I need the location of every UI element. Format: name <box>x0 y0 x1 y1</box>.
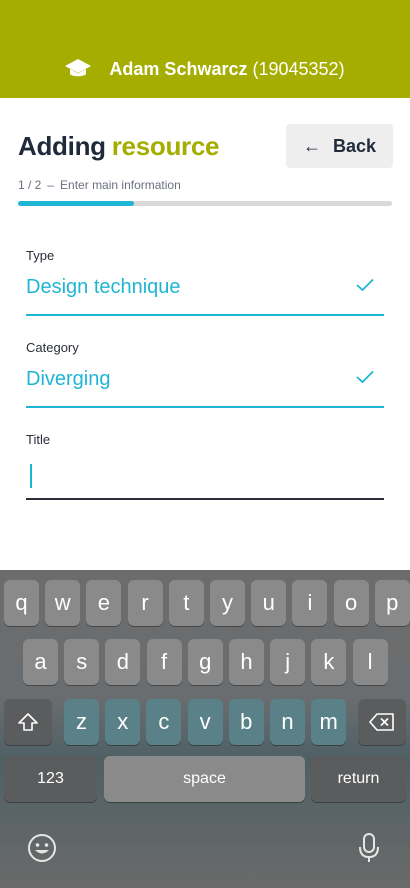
key-d[interactable]: d <box>105 639 141 685</box>
progress-bar <box>18 201 392 206</box>
text-caret <box>30 464 32 488</box>
numbers-key[interactable]: 123 <box>4 756 97 802</box>
back-button-label: Back <box>332 135 377 156</box>
type-underline <box>26 314 384 316</box>
key-f[interactable]: f <box>146 639 182 685</box>
step-text: Enter main information <box>60 178 181 192</box>
return-key[interactable]: return <box>311 756 406 802</box>
key-g[interactable]: g <box>187 639 223 685</box>
space-key[interactable]: space <box>104 756 305 802</box>
category-field[interactable]: Category Diverging <box>26 340 384 408</box>
microphone-icon[interactable] <box>358 832 380 864</box>
back-button[interactable]: ← Back <box>286 124 393 168</box>
arrow-left-icon: ← <box>302 135 321 156</box>
key-w[interactable]: w <box>45 580 81 626</box>
key-m[interactable]: m <box>311 699 347 745</box>
key-v[interactable]: v <box>187 699 223 745</box>
key-b[interactable]: b <box>228 699 264 745</box>
key-s[interactable]: s <box>64 639 100 685</box>
title-label: Title <box>26 432 51 447</box>
key-c[interactable]: c <box>146 699 182 745</box>
title-field[interactable]: Title <box>26 432 384 500</box>
page-title-part2: resource <box>111 131 220 161</box>
key-l[interactable]: l <box>352 639 388 685</box>
key-n[interactable]: n <box>270 699 305 745</box>
shift-icon <box>18 713 38 731</box>
key-y[interactable]: y <box>210 580 245 626</box>
key-r[interactable]: r <box>127 580 163 626</box>
key-o[interactable]: o <box>333 580 369 626</box>
backspace-key[interactable] <box>358 699 406 745</box>
category-label: Category <box>26 340 79 355</box>
progress-fill <box>18 201 134 206</box>
key-u[interactable]: u <box>251 580 287 626</box>
key-j[interactable]: j <box>270 639 306 685</box>
user-name: Adam Schwarcz <box>109 58 248 79</box>
backspace-icon <box>369 713 394 731</box>
key-z[interactable]: z <box>64 699 99 745</box>
type-label: Type <box>26 248 55 263</box>
page-title-part1: Adding <box>18 131 106 161</box>
check-icon <box>356 278 374 292</box>
top-bar: Adam Schwarcz (19045352) <box>0 0 410 98</box>
page-title: Adding resource <box>18 131 219 162</box>
key-t[interactable]: t <box>168 580 204 626</box>
emoji-icon[interactable] <box>26 832 58 864</box>
step-number: 1 / 2 <box>18 178 42 192</box>
key-k[interactable]: k <box>311 639 347 685</box>
shift-key[interactable] <box>4 699 52 745</box>
key-a[interactable]: a <box>23 639 58 685</box>
type-field[interactable]: Type Design technique <box>26 248 384 316</box>
key-i[interactable]: i <box>292 580 328 626</box>
key-h[interactable]: h <box>229 639 264 685</box>
step-indicator: 1 / 2– Enter main information <box>18 178 181 192</box>
key-x[interactable]: x <box>105 699 141 745</box>
keyboard: qwertyuiop asdfghjkl zxcvbnm 123 space r… <box>0 570 410 888</box>
category-value[interactable]: Diverging <box>26 368 110 391</box>
key-e[interactable]: e <box>86 580 122 626</box>
key-p[interactable]: p <box>374 580 410 626</box>
type-value[interactable]: Design technique <box>26 276 181 299</box>
key-q[interactable]: q <box>4 580 39 626</box>
category-underline <box>26 406 384 408</box>
check-icon <box>356 370 374 384</box>
title-underline <box>26 498 384 500</box>
user-id: (19045352) <box>252 58 345 79</box>
step-separator: – <box>47 178 55 192</box>
graduation-cap-icon <box>65 59 92 77</box>
